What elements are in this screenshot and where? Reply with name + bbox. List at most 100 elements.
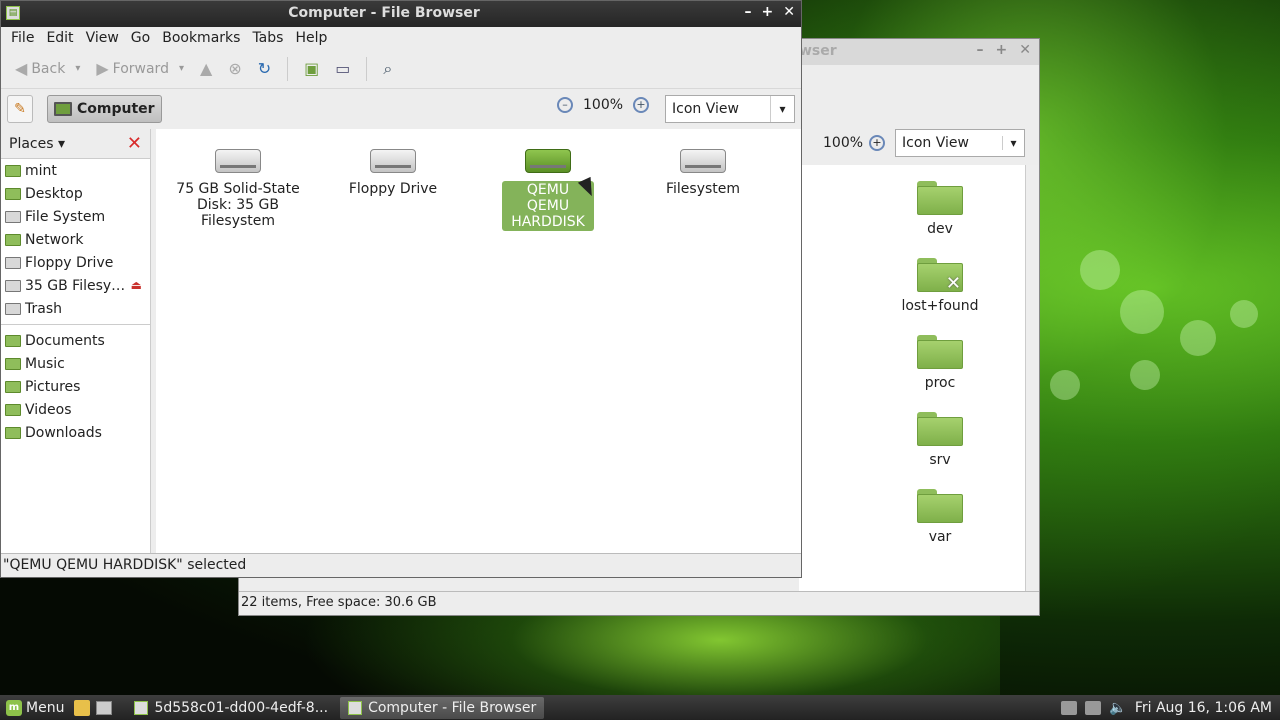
sidebar-item-downloads[interactable]: Downloads (1, 421, 150, 444)
drive-floppy[interactable]: Floppy Drive (323, 149, 463, 197)
sidebar-item-label: mint (25, 162, 57, 179)
wallpaper-bokeh (1130, 360, 1160, 390)
sidebar-item-videos[interactable]: Videos (1, 398, 150, 421)
volume-icon[interactable]: 🔈 (1109, 700, 1126, 716)
chevron-down-icon: ▾ (770, 96, 794, 122)
folder-srv[interactable]: srv (895, 412, 985, 468)
menu-view[interactable]: View (80, 27, 125, 49)
places-dropdown[interactable]: Places ▾ (9, 136, 65, 152)
maximize-icon[interactable]: + (762, 4, 774, 20)
taskbar-item-file-browser[interactable]: Computer - File Browser (340, 696, 545, 719)
folder-icon (5, 380, 21, 393)
computer-icon: ▭ (335, 59, 351, 78)
folder-label: lost+found (901, 298, 979, 314)
window-titlebar[interactable]: ▤ Computer - File Browser – + ✕ (1, 1, 801, 27)
folder-locked-icon: ✕ (917, 258, 963, 294)
stop-button[interactable]: ⊗ (222, 57, 247, 80)
menu-edit[interactable]: Edit (40, 27, 79, 49)
reload-button[interactable]: ↻ (252, 57, 277, 80)
sidebar-item-music[interactable]: Music (1, 352, 150, 375)
eject-icon[interactable]: ⏏ (131, 278, 142, 292)
arrow-left-icon: ◀ (15, 59, 28, 78)
chevron-down-icon[interactable]: ▾ (179, 63, 184, 74)
network-icon[interactable] (1085, 700, 1102, 715)
window-icon (134, 700, 149, 715)
chevron-down-icon[interactable]: ▾ (75, 63, 80, 74)
text-editor-launcher-icon[interactable] (74, 699, 91, 716)
sidebar-item-label: Pictures (25, 378, 81, 395)
view-mode-select[interactable]: Icon View ▾ (895, 129, 1026, 157)
sidebar-item-label: Network (25, 231, 84, 248)
taskbar-item-document[interactable]: 5d558c01-dd00-4edf-8... (126, 697, 336, 719)
view-mode-value: Icon View (902, 135, 969, 151)
folder-proc[interactable]: proc (895, 335, 985, 391)
back-button[interactable]: ◀ Back ▾ (9, 57, 86, 80)
status-text: 22 items, Free space: 30.6 GB (241, 595, 437, 610)
computer-button[interactable]: ▭ (329, 57, 356, 80)
folder-var[interactable]: var (895, 489, 985, 545)
sidebar-item-trash[interactable]: Trash (1, 297, 150, 320)
wallpaper-bokeh (1080, 250, 1120, 290)
zoom-out-icon[interactable]: – (557, 97, 573, 113)
zoom-value: 100% (583, 97, 624, 113)
sidebar-item-pictures[interactable]: Pictures (1, 375, 150, 398)
search-button[interactable]: ⌕ (377, 57, 398, 81)
menu-help[interactable]: Help (289, 27, 333, 49)
sidebar-item-desktop[interactable]: Desktop (1, 182, 150, 205)
edit-location-icon[interactable]: ✎ (7, 95, 33, 123)
back-window-title: wser (799, 43, 837, 59)
folder-icon (917, 181, 963, 215)
home-button[interactable]: ▣ (298, 57, 325, 80)
start-menu-button[interactable]: m Menu (0, 699, 70, 716)
task-label: Computer - File Browser (368, 699, 537, 716)
sidebar-item-file-system[interactable]: File System (1, 205, 150, 228)
folder-dev[interactable]: dev (895, 181, 985, 237)
minimize-icon[interactable]: – (977, 42, 984, 58)
path-button-computer[interactable]: Computer (47, 95, 162, 123)
places-sidebar: Places ▾ ✕ mint Desktop File System Netw… (1, 129, 151, 555)
vertical-scrollbar[interactable] (1025, 165, 1039, 593)
home-folder-icon: ▣ (304, 59, 320, 78)
users-icon[interactable] (1061, 700, 1078, 715)
view-mode-select[interactable]: Icon View ▾ (665, 95, 795, 123)
sidebar-item-documents[interactable]: Documents (1, 329, 150, 352)
sidebar-item-mint[interactable]: mint (1, 159, 150, 182)
close-icon[interactable]: ✕ (1019, 42, 1031, 58)
terminal-launcher-icon[interactable] (96, 700, 113, 715)
menu-go[interactable]: Go (125, 27, 156, 49)
drive-icon (5, 210, 21, 223)
folder-lost-found[interactable]: ✕ lost+found (895, 258, 985, 314)
back-window-icon-view[interactable]: n x dev ✕ lost+found proc srv (774, 165, 1025, 593)
up-button[interactable]: ▲ (194, 57, 218, 80)
zoom-in-icon[interactable]: + (633, 97, 650, 113)
window-icon (348, 700, 363, 715)
forward-label: Forward (112, 60, 169, 77)
sidebar-item-35gb[interactable]: 35 GB Filesy… ⏏ (1, 274, 150, 297)
maximize-icon[interactable]: + (996, 42, 1008, 58)
menubar: File Edit View Go Bookmarks Tabs Help (1, 27, 801, 49)
clock[interactable]: Fri Aug 16, 1:06 AM (1135, 700, 1272, 716)
close-sidebar-icon[interactable]: ✕ (127, 133, 142, 154)
forward-button[interactable]: ▶ Forward ▾ (90, 57, 190, 80)
folder-label: var (928, 529, 952, 545)
folder-icon (917, 489, 963, 523)
drive-ssd[interactable]: 75 GB Solid-State Disk: 35 GB Filesystem (168, 149, 308, 229)
minimize-icon[interactable]: – (745, 4, 752, 20)
sidebar-item-floppy[interactable]: Floppy Drive (1, 251, 150, 274)
close-icon[interactable]: ✕ (783, 4, 795, 20)
icon-view[interactable]: 75 GB Solid-State Disk: 35 GB Filesystem… (156, 129, 801, 555)
menu-file[interactable]: File (5, 27, 40, 49)
sidebar-item-label: 35 GB Filesy… (25, 277, 126, 294)
zoom-in-icon[interactable]: + (869, 135, 886, 151)
folder-icon (917, 412, 963, 446)
arrow-up-icon: ▲ (200, 59, 213, 78)
arrow-right-icon: ▶ (96, 59, 109, 78)
sidebar-item-network[interactable]: Network (1, 228, 150, 251)
menu-tabs[interactable]: Tabs (246, 27, 289, 49)
drive-filesystem[interactable]: Filesystem (633, 149, 773, 197)
back-window-statusbar: 22 items, Free space: 30.6 GB (239, 591, 1039, 615)
home-icon (5, 164, 21, 177)
window-controls: – + ✕ (745, 4, 795, 20)
menu-bookmarks[interactable]: Bookmarks (156, 27, 246, 49)
file-browser-window[interactable]: ▤ Computer - File Browser – + ✕ File Edi… (0, 0, 802, 578)
